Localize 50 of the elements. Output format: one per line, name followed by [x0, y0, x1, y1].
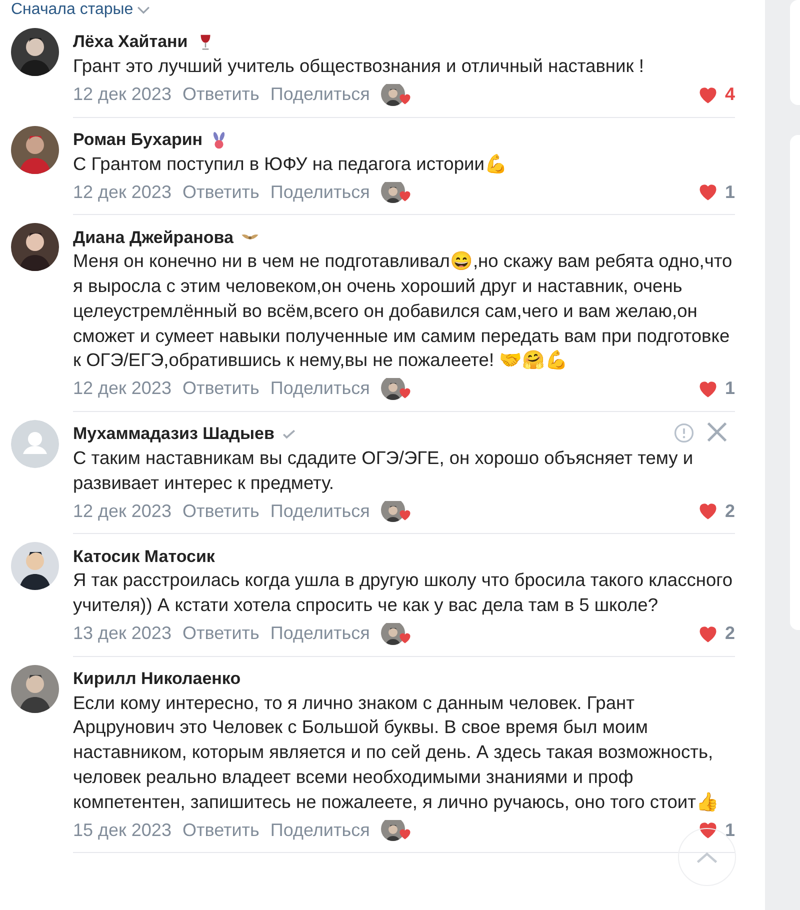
author-name[interactable]: Кирилл Николаенко: [73, 666, 241, 692]
comment-date: 12 дек 2023: [73, 180, 172, 204]
wings-icon: [241, 234, 260, 240]
reply-link[interactable]: Ответить: [182, 816, 260, 844]
heart-icon: [398, 386, 412, 400]
reply-link[interactable]: Ответить: [182, 498, 260, 525]
bunny-ears-icon: [210, 130, 227, 149]
like-button[interactable]: 2: [696, 498, 735, 525]
author-name[interactable]: Лёха Хайтани: [73, 29, 188, 55]
comment-text: Грант это лучший учитель обществознания и отличный наставник !: [73, 54, 645, 78]
heart-icon: [398, 92, 412, 106]
author-name[interactable]: Диана Джейранова: [73, 224, 234, 250]
share-link[interactable]: Поделиться: [270, 498, 370, 525]
heart-icon: [398, 827, 412, 842]
author-name[interactable]: Мухаммадазиз Шадыев: [73, 421, 274, 447]
close-icon[interactable]: [707, 422, 727, 442]
comment-date: 12 дек 2023: [73, 377, 172, 400]
like-button[interactable]: 4: [696, 81, 735, 108]
comment-text: Я так расстроилась когда ушла в другую школу что бросила такого классного учителя)) А кстати хотела спросить че как у вас дела там в 5 школе?: [73, 568, 734, 618]
report-icon[interactable]: [673, 422, 695, 444]
like-button[interactable]: 1: [696, 375, 735, 402]
like-button[interactable]: 1: [696, 178, 735, 206]
comment-date: 12 дек 2023: [73, 500, 172, 523]
share-link[interactable]: Поделиться: [270, 375, 370, 402]
like-button[interactable]: 1: [696, 816, 735, 844]
heart-icon: [398, 508, 412, 522]
comment-text: С Грантом поступил в ЮФУ на педагога истории💪: [73, 152, 508, 176]
share-link[interactable]: Поделиться: [270, 816, 370, 844]
heart-icon: [398, 630, 412, 645]
chevron-down-icon: [137, 6, 150, 14]
comment-text: Меня он конечно ни в чем не подготавливал😄,но скажу вам ребята одно,что я выросла с этим человеком,он очень хороший друг и наставник, очень целеустремлённый во всём,всего он добавился сам,чего и вам желаю,он сможет и сумеет навыки полученные им самим передать вам при подготовке к ОГЭ/ЕГЭ,обратившись к нему,вы не пожалеете! 🤝🤗💪: [73, 249, 734, 372]
comment-text: С таким наставникам вы сдадите ОГЭ/ЭГЕ, он хорошо объясняет тему и развивает интерес к предмету.: [73, 446, 694, 495]
reply-link[interactable]: Ответить: [182, 178, 260, 206]
like-button[interactable]: 2: [696, 620, 735, 648]
comment-date: 12 дек 2023: [73, 83, 172, 106]
check-icon: [282, 428, 296, 439]
share-link[interactable]: Поделиться: [270, 81, 370, 108]
comment-text: Если кому интересно, то я лично знаком с данным человек. Грант Арцрунович это Человек с Большой буквы. В свое время был моим наставником, которым является и по сей день. А здесь такая возможность, человек реально владеет всеми необходимыми знаниями и проф компетентен, запишитесь не пожалеете, я лично ручаюсь, оно того стоит👍: [73, 690, 720, 814]
reply-link[interactable]: Ответить: [182, 81, 260, 108]
reply-link[interactable]: Ответить: [182, 375, 260, 402]
author-name[interactable]: Роман Бухарин: [73, 126, 203, 152]
share-link[interactable]: Поделиться: [270, 178, 370, 206]
share-link[interactable]: Поделиться: [270, 620, 370, 648]
comment-date: 15 дек 2023: [73, 818, 172, 842]
author-name[interactable]: Катосик Матосик: [73, 544, 215, 570]
heart-icon: [398, 189, 412, 204]
avatar-icon: [11, 420, 59, 468]
reply-link[interactable]: Ответить: [182, 620, 260, 648]
comment-date: 13 дек 2023: [73, 622, 172, 646]
sort-dropdown[interactable]: Сначала старые: [11, 0, 134, 22]
